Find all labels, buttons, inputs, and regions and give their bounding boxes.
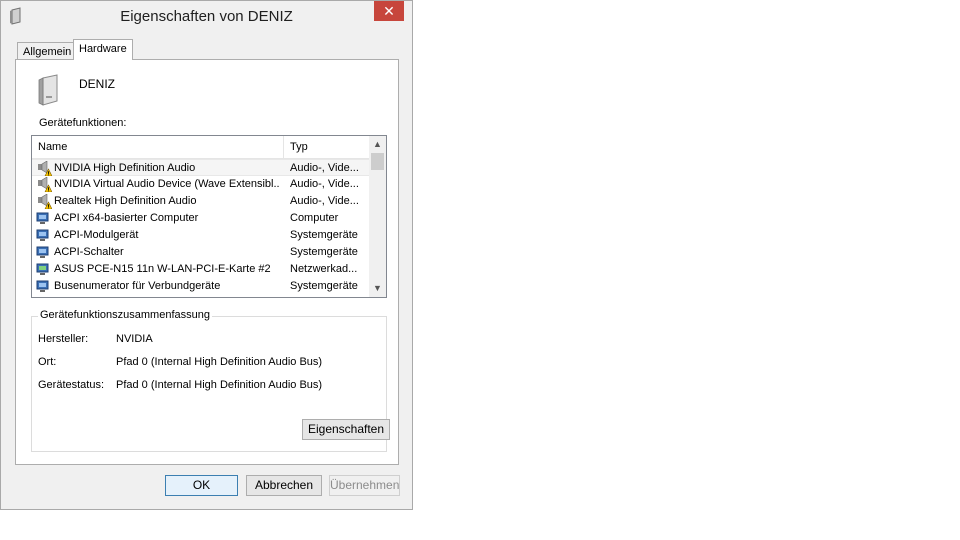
scroll-thumb[interactable] — [371, 153, 384, 170]
properties-button[interactable]: Eigenschaften — [302, 419, 390, 440]
list-item-type: Audio-, Vide... — [290, 178, 359, 190]
scroll-down-icon[interactable]: ▼ — [369, 280, 386, 297]
audio-warning-icon — [36, 193, 53, 210]
location-value: Pfad 0 (Internal High Definition Audio B… — [116, 356, 323, 368]
list-item-type: Systemgeräte — [290, 246, 358, 258]
functions-label: Gerätefunktionen: — [39, 117, 127, 129]
list-item[interactable]: NVIDIA Virtual Audio Device (Wave Extens… — [32, 176, 369, 193]
tab-hardware[interactable]: Hardware — [73, 39, 133, 60]
device-functions-list[interactable]: Name Typ NVIDIA High Definition Audio Aud… — [31, 135, 387, 298]
status-label: Gerätestatus: — [38, 379, 105, 391]
location-label: Ort: — [38, 356, 57, 368]
apply-button[interactable]: Übernehmen — [329, 475, 400, 496]
list-item-name: Busenumerator für Verbundgeräte — [54, 280, 221, 292]
scroll-up-icon[interactable]: ▲ — [369, 136, 386, 153]
list-item-type: Audio-, Vide... — [290, 195, 359, 207]
system-device-icon — [36, 245, 52, 260]
list-item-name: ASUS PCE-N15 11n W-LAN-PCI-E-Karte #2 — [54, 263, 271, 275]
list-item-name: NVIDIA Virtual Audio Device (Wave Extens… — [54, 178, 280, 190]
vertical-scrollbar[interactable]: ▲ ▼ — [369, 136, 386, 297]
list-item[interactable]: ASUS PCE-N15 11n W-LAN-PCI-E-Karte #2 Net… — [32, 261, 369, 278]
tab-allgemein[interactable]: Allgemein — [17, 42, 78, 59]
device-drive-icon — [38, 74, 58, 106]
device-name: DENIZ — [79, 77, 115, 91]
list-item[interactable]: NVIDIA High Definition Audio Audio-, Vide… — [32, 159, 369, 177]
close-button[interactable]: ✕ — [374, 1, 404, 21]
list-rows: NVIDIA High Definition Audio Audio-, Vide… — [32, 159, 369, 295]
ok-button[interactable]: OK — [165, 475, 238, 496]
list-item-name: NVIDIA High Definition Audio — [54, 162, 196, 174]
list-item-name: ACPI-Schalter — [54, 246, 124, 258]
list-item-type: Computer — [290, 212, 339, 224]
status-value: Pfad 0 (Internal High Definition Audio B… — [116, 379, 323, 391]
title-bar: Eigenschaften von DENIZ ✕ — [1, 1, 412, 31]
manufacturer-label: Hersteller: — [38, 333, 89, 345]
system-device-icon — [36, 228, 52, 243]
list-item[interactable]: Realtek High Definition Audio Audio-, Vid… — [32, 193, 369, 210]
list-header: Name Typ — [32, 136, 369, 159]
hardware-panel: DENIZ Gerätefunktionen: Name Typ NVIDIA … — [15, 59, 399, 465]
list-item[interactable]: Busenumerator für Verbundgeräte Systemger… — [32, 278, 369, 295]
audio-warning-icon — [36, 176, 53, 193]
manufacturer-value: NVIDIA — [116, 333, 153, 345]
list-item-name: ACPI x64-basierter Computer — [54, 212, 199, 224]
list-item-type: Systemgeräte — [290, 229, 358, 241]
list-item-type: Audio-, Vide... — [290, 162, 359, 174]
list-item[interactable]: ACPI-Schalter Systemgeräte — [32, 244, 369, 261]
network-adapter-icon — [36, 262, 52, 277]
summary-group: Gerätefunktionszusammenfassung Herstelle… — [31, 309, 390, 452]
list-item-name: ACPI-Modulgerät — [54, 229, 139, 241]
audio-warning-icon — [36, 160, 53, 177]
system-device-icon — [36, 279, 52, 294]
column-header-type[interactable]: Typ — [290, 141, 308, 153]
list-item-type: Systemgeräte — [290, 280, 358, 292]
list-item[interactable]: ACPI-Modulgerät Systemgeräte — [32, 227, 369, 244]
list-item-type: Netzwerkad... — [290, 263, 358, 275]
column-divider[interactable] — [283, 136, 284, 158]
cancel-button[interactable]: Abbrechen — [246, 475, 322, 496]
window-title: Eigenschaften von DENIZ — [120, 8, 293, 25]
properties-dialog: Eigenschaften von DENIZ ✕ Allgemein Hard… — [0, 0, 413, 510]
summary-title: Gerätefunktionszusammenfassung — [38, 309, 212, 321]
column-header-name[interactable]: Name — [38, 141, 67, 153]
list-item[interactable]: ACPI x64-basierter Computer Computer — [32, 210, 369, 227]
list-item-name: Realtek High Definition Audio — [54, 195, 197, 207]
computer-icon — [36, 211, 52, 226]
